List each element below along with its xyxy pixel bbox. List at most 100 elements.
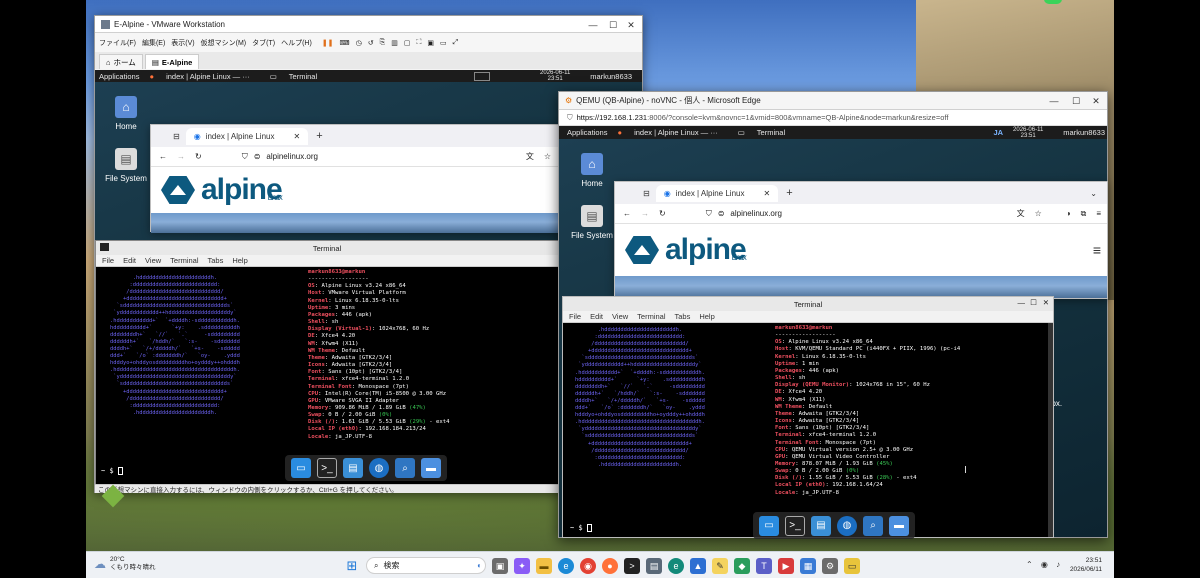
term-menu-file[interactable]: File xyxy=(102,256,114,265)
vm2-term-menu-edit[interactable]: Edit xyxy=(590,312,603,321)
reload-icon[interactable]: ↻ xyxy=(195,152,202,161)
vm2-term-menu-file[interactable]: File xyxy=(569,312,581,321)
snapshot-manager-icon[interactable]: ⎘ xyxy=(380,39,386,47)
tab-e-alpine[interactable]: ▤ E-Alpine xyxy=(144,54,200,69)
term-menu-terminal[interactable]: Terminal xyxy=(170,256,198,265)
edge-taskbar-icon[interactable]: e xyxy=(558,558,574,574)
minimize-icon[interactable]: — xyxy=(584,16,602,34)
tab-close-icon[interactable]: ✕ xyxy=(293,132,300,141)
term-minimize-icon[interactable]: — xyxy=(1018,298,1026,307)
snapshot-icon[interactable]: ◷ xyxy=(356,39,362,47)
maximize-icon[interactable]: ☐ xyxy=(604,16,622,34)
app-finder-icon[interactable]: ⌕ xyxy=(395,458,415,478)
vm1-prompt[interactable]: ~ $ xyxy=(101,467,123,475)
tab-home[interactable]: ⌂ ホーム xyxy=(99,54,143,69)
back-icon[interactable]: ← xyxy=(159,152,167,161)
vm2-show-desktop-icon[interactable]: ▭ xyxy=(759,515,779,536)
firefox-taskbar-icon[interactable]: ● xyxy=(602,558,618,574)
teams-icon[interactable]: T xyxy=(756,558,772,574)
vm2-back-icon[interactable]: ← xyxy=(623,209,631,218)
term-menu-help[interactable]: Help xyxy=(232,256,247,265)
desktop-icon-home[interactable]: ⌂ Home xyxy=(96,96,156,131)
edge-minimize-icon[interactable]: — xyxy=(1045,92,1063,110)
vm1-browser-tab[interactable]: ◉ index | Alpine Linux ✕ xyxy=(185,127,309,145)
sidebar-icon[interactable]: ▥ xyxy=(391,39,398,47)
vm2-applications-menu[interactable]: Applications xyxy=(567,128,607,137)
menu-file[interactable]: ファイル(F) xyxy=(99,38,136,48)
tab-overflow-icon[interactable]: ⌄ xyxy=(1090,189,1097,198)
console-view-icon[interactable]: ▭ xyxy=(440,39,447,47)
vm2-ime-indicator[interactable]: JA xyxy=(993,128,1003,137)
term-close-icon[interactable]: ✕ xyxy=(1043,298,1049,307)
extensions-icon[interactable]: ⧉ xyxy=(1081,209,1087,219)
pause-icon[interactable]: ❚❚ xyxy=(322,39,334,47)
menu-edit[interactable]: 編集(E) xyxy=(142,38,165,48)
show-desktop-icon[interactable]: ▭ xyxy=(291,458,311,478)
account-icon[interactable]: ◑ xyxy=(1066,209,1071,218)
copilot-icon[interactable]: ✦ xyxy=(514,558,530,574)
panel-user[interactable]: markun8633 xyxy=(590,72,632,81)
desktop-icon-filesystem[interactable]: ▤ File System xyxy=(96,148,156,183)
terminal-scrollbar[interactable] xyxy=(1048,323,1053,537)
vm2-file-manager-icon[interactable]: ▤ xyxy=(811,515,831,536)
vm2-prompt[interactable]: ~ $ xyxy=(570,524,592,532)
vm2-translate-icon[interactable]: 文 xyxy=(1017,208,1025,219)
term-maximize-icon[interactable]: ☐ xyxy=(1030,298,1037,307)
forward-icon[interactable]: → xyxy=(177,152,185,161)
vm2-web-browser-icon[interactable]: ◍ xyxy=(837,515,857,536)
menu-view[interactable]: 表示(V) xyxy=(171,38,194,48)
app-menu-icon[interactable]: ≡ xyxy=(1096,209,1101,218)
fullscreen-icon[interactable]: ⛶ xyxy=(417,39,422,47)
vm2-new-tab-icon[interactable]: + xyxy=(786,187,792,199)
folder-icon[interactable]: ▬ xyxy=(421,458,441,478)
revert-snapshot-icon[interactable]: ↺ xyxy=(368,39,374,47)
vm2-tab-close-icon[interactable]: ✕ xyxy=(763,189,770,198)
vm2-app-finder-icon[interactable]: ⌕ xyxy=(863,515,883,536)
close-icon[interactable]: ✕ xyxy=(622,16,640,34)
vm2-term-menu-view[interactable]: View xyxy=(612,312,628,321)
applications-menu[interactable]: Applications xyxy=(99,72,139,81)
bookmark-star-icon[interactable]: ☆ xyxy=(544,152,551,161)
term-menu-tabs[interactable]: Tabs xyxy=(208,256,224,265)
vm2-panel-user[interactable]: markun8633 xyxy=(1063,128,1105,137)
stretch-icon[interactable]: ⤢ xyxy=(453,39,459,47)
vm2-desktop-icon-home[interactable]: ⌂ Home xyxy=(562,153,622,188)
notes-icon[interactable]: ✎ xyxy=(712,558,728,574)
vm2-taskbar-button-terminal[interactable]: ▭ Terminal xyxy=(738,128,795,137)
vmware-taskbar-icon[interactable]: ▤ xyxy=(646,558,662,574)
vm2-desktop-icon-filesystem[interactable]: ▤ File System xyxy=(562,205,622,240)
vm2-term-menu-help[interactable]: Help xyxy=(699,312,714,321)
vm2-folder-icon[interactable]: ▬ xyxy=(889,515,909,536)
vm2-dock-terminal-icon[interactable]: >_ xyxy=(785,515,805,536)
web-browser-icon[interactable]: ◍ xyxy=(369,458,389,478)
translate-icon[interactable]: 文 xyxy=(526,151,534,162)
send-keys-icon[interactable]: ⌨ xyxy=(340,39,350,47)
edge-maximize-icon[interactable]: ☐ xyxy=(1067,92,1085,110)
unity-icon[interactable]: ▣ xyxy=(427,39,434,47)
vm2-alpine-wordmark[interactable]: alpine Linux xyxy=(665,235,747,265)
term-menu-edit[interactable]: Edit xyxy=(123,256,136,265)
vm2-reload-icon[interactable]: ↻ xyxy=(659,209,666,218)
thumbnail-icon[interactable]: ▢ xyxy=(404,39,411,47)
host-desktop-shortcut[interactable] xyxy=(91,484,135,508)
vm2-bookmark-star-icon[interactable]: ☆ xyxy=(1035,209,1042,218)
start-icon[interactable]: ⊞ xyxy=(344,558,360,574)
file-manager-icon[interactable]: ▤ xyxy=(343,458,363,478)
vm2-forward-icon[interactable]: → xyxy=(641,209,649,218)
photos-icon[interactable]: ▲ xyxy=(690,558,706,574)
file-explorer-icon[interactable]: ▬ xyxy=(536,558,552,574)
taskbar-search[interactable]: ⌕ 検索 ◐ xyxy=(366,557,486,574)
vm1-url-field[interactable]: ⛉ ⊜ alpinelinux.org xyxy=(242,152,516,162)
edge-close-icon[interactable]: ✕ xyxy=(1087,92,1105,110)
chrome-icon[interactable]: ◉ xyxy=(580,558,596,574)
settings-icon[interactable]: ⚙ xyxy=(822,558,838,574)
vm2-url-field[interactable]: ⛉ ⊜ alpinelinux.org xyxy=(706,209,1007,219)
tray-clock[interactable]: 23:51 2026/06/11 xyxy=(1070,556,1102,574)
vm2-tab-list-icon[interactable]: ⊟ xyxy=(643,189,650,198)
dock-terminal-icon[interactable]: >_ xyxy=(317,458,337,478)
taskview-icon[interactable]: ▣ xyxy=(492,558,508,574)
taskbar-button-browser[interactable]: ● index | Alpine Linux — ··· xyxy=(149,72,259,81)
vm2-term-menu-terminal[interactable]: Terminal xyxy=(637,312,665,321)
tab-list-icon[interactable]: ⊟ xyxy=(173,132,180,141)
maps-icon[interactable]: ◆ xyxy=(734,558,750,574)
